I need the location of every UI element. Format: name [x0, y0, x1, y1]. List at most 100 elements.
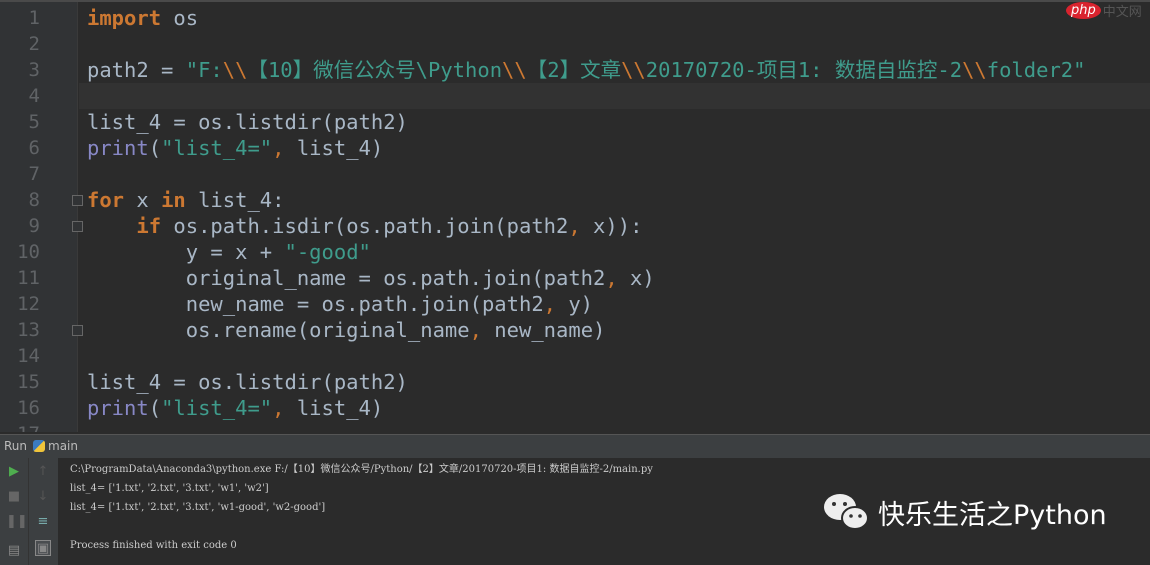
code-token: in — [161, 188, 186, 212]
code-token: print — [87, 396, 149, 420]
line-number: 9 — [28, 215, 40, 237]
code-line[interactable]: print("list_4=", list_4) — [87, 135, 383, 161]
python-icon — [33, 440, 46, 452]
current-line-highlight — [79, 83, 1150, 109]
line-number: 7 — [28, 163, 40, 185]
code-token: ( — [148, 396, 162, 420]
watermark-text: 快乐生活之Python — [878, 499, 1107, 531]
code-token: y = x + — [87, 240, 285, 264]
code-token: , — [568, 214, 581, 238]
code-line[interactable]: list_4 = os.listdir(path2) — [87, 369, 408, 395]
code-line[interactable]: list_4 = os.listdir(path2) — [87, 109, 408, 135]
code-token: list_4: — [185, 188, 285, 212]
watermark: 快乐生活之Python — [822, 492, 1107, 532]
code-token: x — [124, 188, 162, 212]
line-number: 13 — [17, 319, 40, 341]
wechat-icon — [824, 494, 869, 530]
code-token: y) — [556, 292, 594, 316]
code-token: , — [605, 266, 618, 290]
code-token: , — [469, 318, 482, 342]
line-number: 16 — [17, 397, 40, 419]
fold-marker-icon[interactable] — [72, 221, 83, 232]
fold-marker-icon[interactable] — [72, 325, 83, 336]
line-number: 3 — [28, 59, 40, 81]
line-number: 1 — [28, 7, 40, 29]
code-token: list_4) — [284, 396, 384, 420]
code-token: list_4 = os.listdir(path2) — [87, 370, 408, 394]
code-token: folder2" — [986, 58, 1086, 82]
soft-wrap-icon[interactable]: ≡ — [35, 514, 51, 530]
code-token: x) — [617, 266, 655, 290]
arrow-down-icon[interactable]: ↓ — [35, 489, 51, 505]
code-token: "list_4=" — [161, 396, 273, 420]
code-token: os — [161, 6, 199, 30]
code-token: "list_4=" — [161, 136, 273, 160]
code-token: os.rename(original_name — [87, 318, 470, 342]
console-output[interactable]: C:\ProgramData\Anaconda3\python.exe F:/【… — [70, 460, 653, 555]
console-line: list_4= ['1.txt', '2.txt', '3.txt', 'w1-… — [70, 502, 326, 513]
code-line[interactable]: path2 = "F:\\【10】微信公众号\Python\\【2】文章\\20… — [87, 57, 1086, 83]
code-editor[interactable]: 1234567891011121314151617 import ospath2… — [0, 0, 1150, 432]
line-number: 17 — [0, 421, 40, 432]
code-token: import — [87, 6, 162, 30]
code-token: , — [272, 396, 285, 420]
code-token: path2 = — [87, 58, 186, 82]
code-line[interactable]: import os — [87, 5, 198, 31]
code-token: new_name = os.path.join(path2 — [87, 292, 544, 316]
run-toolbar: ▶ ■ ❚❚ ▤ — [0, 458, 28, 565]
php-logo-badge: php — [1066, 2, 1101, 19]
line-number: 10 — [17, 241, 40, 263]
run-panel-header: Run main — [0, 434, 1150, 458]
code-token: 20170720-项目1: 数据自监控-2 — [645, 58, 963, 82]
php-logo-text: 中文网 — [1102, 5, 1142, 20]
code-token: x)): — [580, 214, 643, 238]
code-line[interactable]: if os.path.isdir(os.path.join(path2, x))… — [87, 213, 642, 239]
code-token: "F: — [185, 58, 223, 82]
line-number: 15 — [17, 371, 40, 393]
line-number: 5 — [28, 111, 40, 133]
line-number: 4 — [28, 85, 40, 107]
console-line: Process finished with exit code 0 — [70, 540, 237, 551]
php-cn-logo: php 中文网 — [1066, 1, 1142, 20]
code-line[interactable]: original_name = os.path.join(path2, x) — [87, 265, 655, 291]
code-line[interactable]: new_name = os.path.join(path2, y) — [87, 291, 593, 317]
code-token: , — [543, 292, 556, 316]
code-token: \\ — [502, 58, 527, 82]
fold-marker-icon[interactable] — [72, 195, 83, 206]
code-token: \\ — [621, 58, 646, 82]
code-token: if — [136, 214, 162, 238]
run-tab-label[interactable]: Run — [4, 439, 27, 453]
code-token: print — [87, 136, 149, 160]
line-number: 14 — [17, 345, 40, 367]
code-line[interactable]: for x in list_4: — [87, 187, 285, 213]
code-token: list_4 = os.listdir(path2) — [87, 110, 408, 134]
line-number: 8 — [28, 189, 40, 211]
run-config-name[interactable]: main — [48, 439, 78, 453]
stop-icon[interactable]: ■ — [6, 489, 22, 505]
line-number: 11 — [17, 267, 40, 289]
arrow-up-icon[interactable]: ↑ — [35, 464, 51, 480]
console-line: list_4= ['1.txt', '2.txt', '3.txt', 'w1'… — [70, 483, 269, 494]
code-token: , — [272, 136, 285, 160]
code-token: 【2】文章 — [526, 58, 622, 82]
rerun-icon[interactable]: ▶ — [6, 464, 22, 480]
code-line[interactable]: os.rename(original_name, new_name) — [87, 317, 606, 343]
line-number: 12 — [17, 293, 40, 315]
code-token: list_4) — [284, 136, 384, 160]
code-token: for — [87, 188, 125, 212]
pause-icon[interactable]: ❚❚ — [6, 514, 28, 530]
code-token: "-good" — [284, 240, 371, 264]
console-line: C:\ProgramData\Anaconda3\python.exe F:/【… — [70, 464, 653, 475]
code-line[interactable]: y = x + "-good" — [87, 239, 371, 265]
scroll-to-end-icon[interactable]: ▣ — [35, 540, 51, 556]
code-line[interactable]: print("list_4=", list_4) — [87, 395, 383, 421]
layout-icon[interactable]: ▤ — [6, 543, 22, 559]
code-token: 【10】微信公众号\Python — [247, 58, 503, 82]
code-token: ( — [148, 136, 162, 160]
line-number: 6 — [28, 137, 40, 159]
line-number: 2 — [28, 33, 40, 55]
code-token: \\ — [222, 58, 248, 82]
code-token: new_name) — [481, 318, 606, 342]
